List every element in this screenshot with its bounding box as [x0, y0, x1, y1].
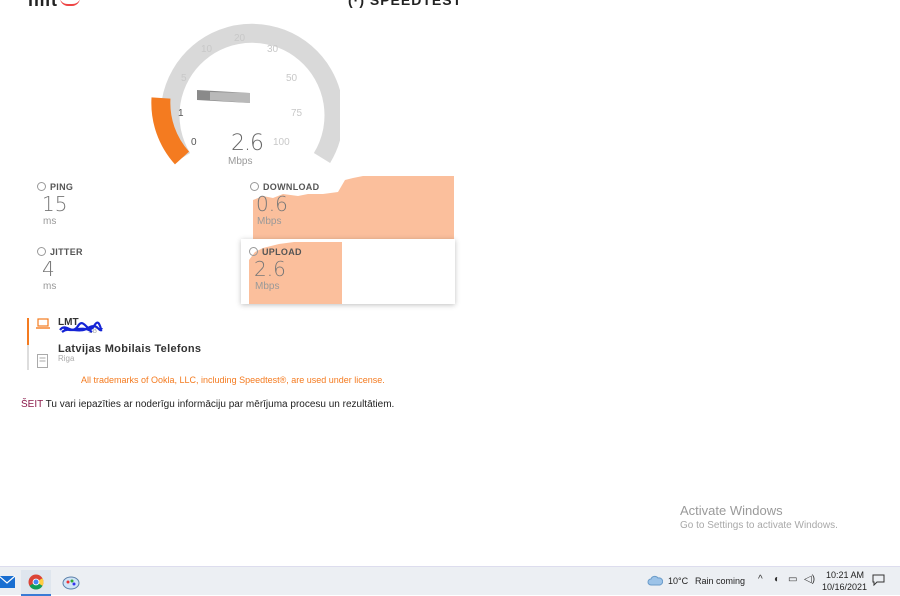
gauge-unit: Mbps [228, 156, 253, 167]
gauge-label-1: 1 [178, 108, 184, 119]
server-city: Riga [58, 354, 75, 363]
ping-label: PING [50, 182, 74, 192]
paint-icon [62, 576, 80, 590]
ping-metric: PING 15 ms [37, 182, 73, 227]
gauge-label-100: 100 [273, 137, 290, 148]
server-name: Latvijas Mobilais Telefons [58, 343, 202, 355]
redaction-scribble [59, 321, 103, 333]
jitter-value: 4 [42, 257, 55, 281]
lmt-logo: lmt [28, 0, 80, 11]
download-label: DOWNLOAD [263, 182, 320, 192]
taskbar: 10°C Rain coming ^ ◐ ▭ ◁) 10:21 AM 10/16… [0, 566, 900, 596]
jitter-label: JITTER [50, 247, 83, 257]
download-metric: DOWNLOAD 0.6 Mbps [250, 182, 319, 227]
info-text: Tu vari iepazīties ar noderīgu informāci… [43, 399, 395, 410]
weather-text[interactable]: Rain coming [695, 576, 745, 586]
chevron-up-icon[interactable]: ^ [758, 574, 763, 585]
trademark-notice: All trademarks of Ookla, LLC, including … [81, 375, 385, 385]
gauge-label-50: 50 [286, 73, 298, 84]
gauge-label-5: 5 [181, 73, 187, 84]
gauge-label-0: 0 [191, 137, 197, 148]
chrome-icon [28, 574, 44, 590]
paint-taskbar-button[interactable] [56, 570, 86, 594]
volume-icon[interactable]: ◁) [804, 574, 815, 585]
upload-label: UPLOAD [262, 247, 302, 257]
info-link[interactable]: ŠEIT [21, 399, 43, 410]
upload-icon [249, 247, 258, 256]
weather-temp[interactable]: 10°C [668, 576, 688, 586]
jitter-metric: JITTER 4 ms [37, 247, 83, 292]
jitter-unit: ms [43, 281, 57, 292]
upload-value: 2.6 [254, 257, 286, 281]
network-icon[interactable]: ▭ [788, 574, 797, 585]
gauge-needle-tail [210, 92, 250, 103]
info-line: ŠEIT Tu vari iepazīties ar noderīgu info… [21, 399, 394, 410]
server-accent-bar [27, 345, 29, 370]
notifications-icon[interactable] [872, 574, 885, 586]
ping-unit: ms [43, 216, 57, 227]
jitter-icon [37, 247, 46, 256]
activate-windows-subtitle: Go to Settings to activate Windows. [680, 520, 838, 531]
ping-icon [37, 182, 46, 191]
speedtest-title: (·) SPEEDTEST [348, 0, 463, 8]
chrome-taskbar-button[interactable] [21, 570, 51, 596]
download-value: 0.6 [256, 192, 288, 216]
laptop-icon [36, 318, 50, 329]
meet-now-icon[interactable]: ◐ [774, 574, 780, 585]
download-icon [250, 182, 259, 191]
gauge-label-30: 30 [267, 44, 279, 55]
ping-value: 15 [42, 192, 68, 216]
clock-time[interactable]: 10:21 AM [826, 570, 864, 580]
gauge-label-10: 10 [201, 44, 213, 55]
clock-date[interactable]: 10/16/2021 [822, 582, 867, 592]
mail-taskbar-button[interactable] [0, 570, 22, 594]
mail-icon [0, 575, 16, 588]
server-icon [37, 354, 48, 368]
gauge-value: 2.6 [231, 131, 264, 156]
cloud-icon [647, 575, 663, 586]
download-unit: Mbps [257, 216, 282, 227]
gauge-label-20: 20 [234, 33, 246, 44]
upload-metric: UPLOAD 2.6 Mbps [249, 247, 302, 292]
upload-unit: Mbps [255, 281, 280, 292]
gauge-label-75: 75 [291, 108, 303, 119]
activate-windows-title: Activate Windows [680, 503, 783, 518]
